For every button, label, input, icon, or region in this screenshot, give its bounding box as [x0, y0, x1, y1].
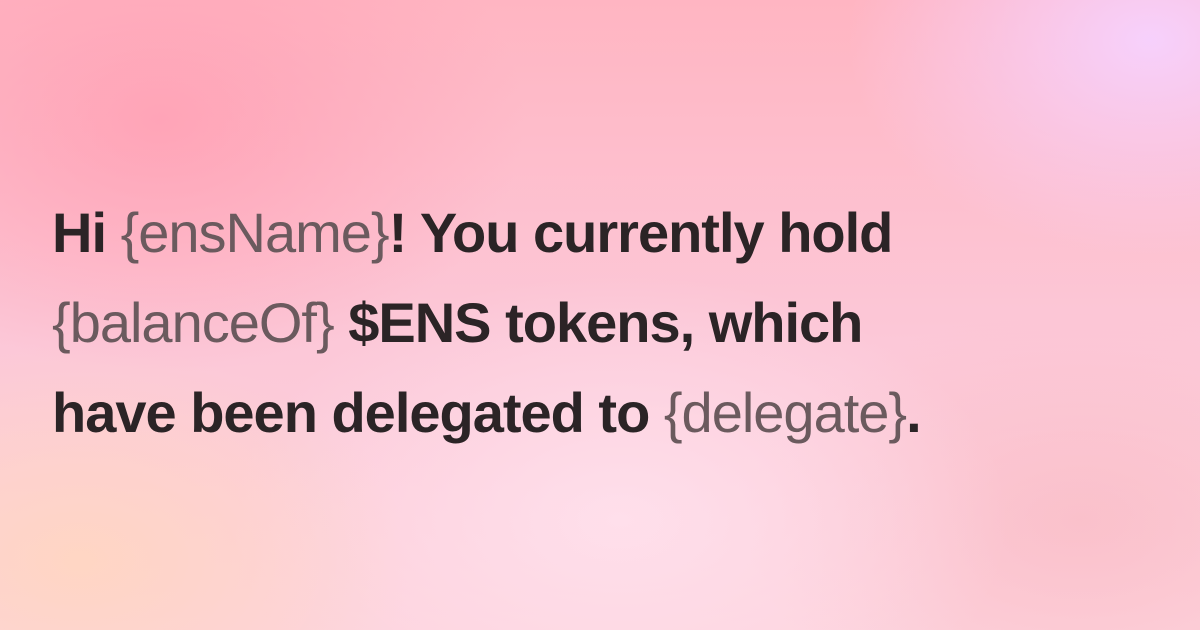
message-line-1: Hi {ensName}! You currently hold	[52, 188, 1162, 278]
greeting-prefix: Hi	[52, 201, 121, 264]
message-line-3: have been delegated to {delegate}.	[52, 368, 1162, 458]
balance-of-placeholder: {balanceOf}	[52, 291, 335, 354]
message-line-2: {balanceOf} $ENS tokens, which	[52, 278, 1162, 368]
delegated-text: have been delegated to	[52, 381, 664, 444]
delegate-placeholder: {delegate}	[663, 381, 907, 444]
ens-name-placeholder: {ensName}	[120, 201, 390, 264]
hold-text: ! You currently hold	[388, 201, 894, 264]
tokens-text: $ENS tokens, which	[333, 291, 863, 354]
period-text: .	[906, 381, 922, 444]
greeting-message: Hi {ensName}! You currently hold {balanc…	[52, 188, 1162, 458]
